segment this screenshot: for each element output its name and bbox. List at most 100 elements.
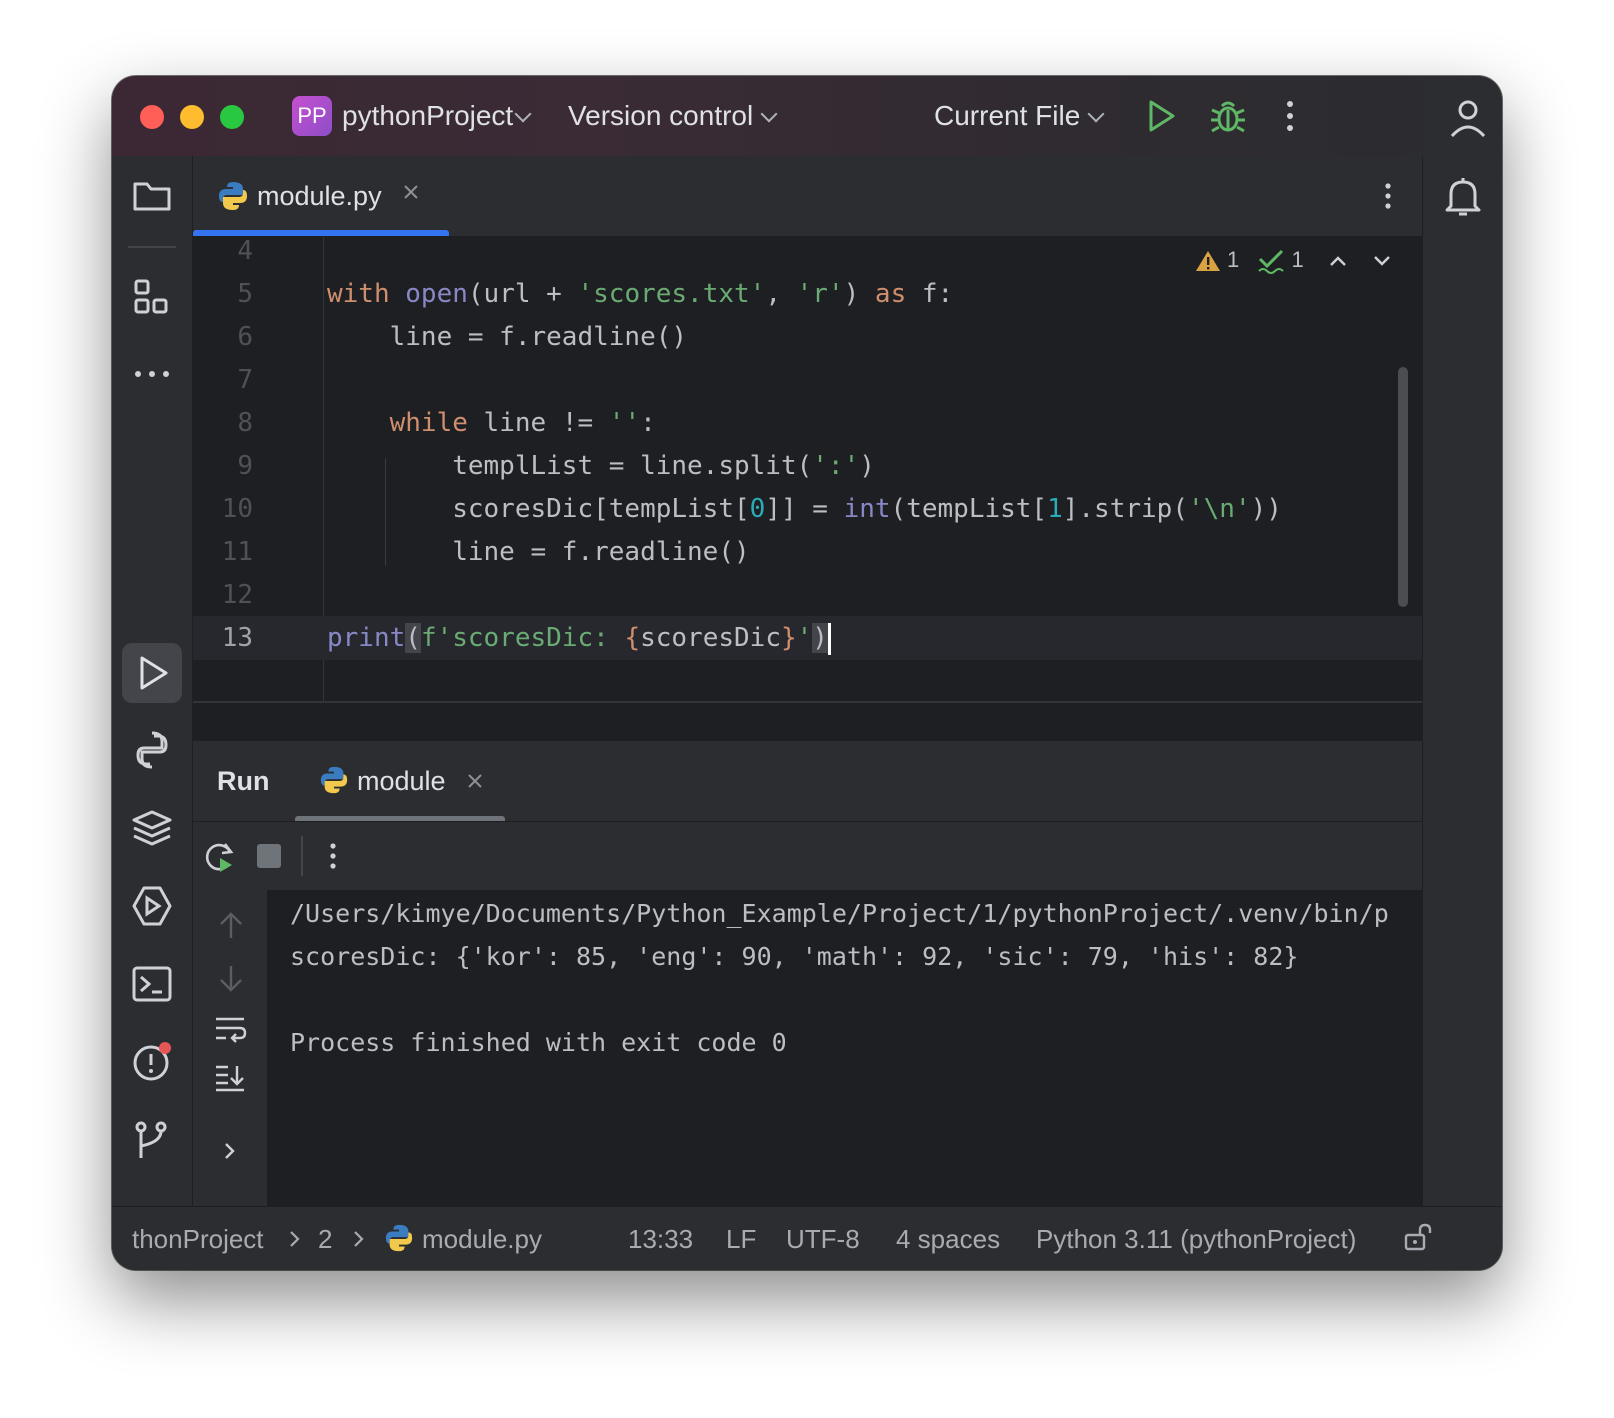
code-line: 9 templList = line.split(':') (193, 444, 1422, 488)
run-icon[interactable] (1146, 98, 1178, 134)
close-window-button[interactable] (140, 105, 164, 129)
zoom-window-button[interactable] (220, 105, 244, 129)
debug-icon[interactable] (1210, 96, 1246, 136)
code-line: 12 (193, 573, 1422, 617)
run-tab-label: module (357, 766, 446, 796)
run-config-selector[interactable]: Current File (934, 98, 1080, 134)
line-number: 4 (237, 237, 253, 266)
console-line: scoresDic: {'kor': 85, 'eng': 90, 'math'… (290, 942, 1299, 971)
warning-count: 1 (1227, 247, 1240, 272)
line-number: 6 (237, 322, 253, 352)
tab-more-icon[interactable] (1382, 178, 1394, 214)
weak-warning-count: 1 (1291, 247, 1304, 272)
services-icon[interactable] (130, 884, 174, 928)
run-panel-title: Run (217, 766, 270, 796)
line-number: 8 (237, 408, 253, 438)
code-line: 7 (193, 358, 1422, 402)
python-packages-icon[interactable] (130, 806, 174, 850)
rerun-icon[interactable] (203, 840, 237, 874)
run-panel-header: Run module (193, 741, 1422, 822)
ide-window: PP pythonProject Version control Current… (112, 76, 1502, 1270)
right-tool-strip (1422, 156, 1502, 1206)
version-control-menu[interactable]: Version control (568, 98, 753, 134)
editor-tab-bar: module.py (193, 156, 1422, 237)
code-text: line = f.readline() (327, 537, 750, 567)
line-number: 11 (221, 537, 253, 567)
breadcrumb-chevron-icon (288, 1229, 302, 1249)
inspection-widget[interactable]: 1 1 (1195, 247, 1392, 275)
active-run-tab-indicator (295, 816, 505, 821)
code-editor[interactable]: 4 5 with open(url + 'scores.txt', 'r') a… (193, 237, 1422, 701)
breadcrumb-file[interactable]: module.py (422, 1221, 542, 1257)
close-tab-icon[interactable] (465, 771, 485, 791)
more-tools-icon[interactable] (130, 352, 174, 396)
line-number: 10 (221, 494, 253, 524)
notifications-bell-icon[interactable] (1441, 174, 1485, 218)
soft-wrap-icon[interactable] (213, 1014, 247, 1044)
python-icon (217, 180, 249, 212)
close-tab-icon[interactable] (401, 182, 421, 202)
chevron-right-icon[interactable] (221, 1140, 239, 1162)
scroll-to-end-icon[interactable] (213, 1062, 247, 1094)
git-branch-icon[interactable] (130, 1118, 174, 1162)
more-actions-icon[interactable] (1282, 98, 1298, 134)
run-tab-module[interactable]: module (295, 741, 505, 821)
code-line: 6 line = f.readline() (193, 315, 1422, 359)
editor-scrollbar[interactable] (1398, 367, 1408, 607)
run-more-icon[interactable] (327, 838, 339, 874)
code-text: templList = line.split(':') (327, 451, 875, 481)
indent-setting[interactable]: 4 spaces (896, 1221, 1000, 1257)
python-console-icon[interactable] (130, 728, 174, 772)
strip-divider (128, 246, 176, 248)
line-number: 13 (221, 623, 253, 653)
breadcrumb-project[interactable]: thonProject (132, 1221, 264, 1257)
file-encoding[interactable]: UTF-8 (786, 1221, 860, 1257)
project-folder-icon[interactable] (130, 174, 174, 218)
toolbar-divider (301, 836, 303, 876)
line-number: 12 (221, 580, 253, 610)
project-selector[interactable]: pythonProject (342, 98, 513, 134)
line-number: 9 (237, 451, 253, 481)
chevron-up-icon[interactable] (1328, 254, 1348, 268)
line-number: 7 (237, 365, 253, 395)
code-text: while line != '': (389, 408, 656, 438)
code-text: scoresDic[tempList[0]] = int(tempList[1]… (327, 494, 1282, 524)
chevron-down-icon[interactable] (1087, 105, 1105, 123)
line-number: 5 (237, 279, 253, 309)
breadcrumb-folder[interactable]: 2 (318, 1221, 332, 1257)
python-icon (319, 765, 349, 795)
line-separator[interactable]: LF (726, 1221, 756, 1257)
status-bar: thonProject 2 module.py 13:33 LF UTF-8 4… (112, 1206, 1502, 1270)
terminal-icon[interactable] (130, 962, 174, 1006)
code-text: with open(url + 'scores.txt', 'r') as f: (327, 279, 954, 309)
run-console[interactable]: /Users/kimye/Documents/Python_Example/Pr… (268, 890, 1422, 1206)
run-toolbar (193, 822, 1422, 891)
chevron-down-icon[interactable] (760, 105, 778, 123)
chevron-down-icon[interactable] (514, 105, 532, 123)
console-actions (193, 890, 267, 1206)
caret-position[interactable]: 13:33 (628, 1221, 693, 1257)
scroll-down-icon[interactable] (217, 962, 245, 994)
typo-check-icon (1257, 248, 1285, 275)
minimize-window-button[interactable] (180, 105, 204, 129)
structure-icon[interactable] (130, 276, 174, 320)
problems-icon[interactable] (130, 1040, 174, 1084)
current-code-line: 13 print(f'scoresDic: {scoresDic}') (193, 616, 1422, 660)
lock-open-icon[interactable] (1402, 1221, 1434, 1253)
code-text: print(f'scoresDic: {scoresDic}') (327, 616, 831, 660)
python-interpreter[interactable]: Python 3.11 (pythonProject) (1036, 1221, 1356, 1257)
account-icon[interactable] (1448, 98, 1488, 138)
project-badge[interactable]: PP (292, 96, 332, 136)
title-bar: PP pythonProject Version control Current… (112, 76, 1502, 157)
code-line: 5 with open(url + 'scores.txt', 'r') as … (193, 272, 1422, 316)
stop-icon[interactable] (257, 844, 281, 868)
run-tool-icon[interactable] (122, 643, 182, 703)
chevron-down-icon[interactable] (1372, 254, 1392, 268)
code-line: 10 scoresDic[tempList[0]] = int(tempList… (193, 487, 1422, 531)
breadcrumb-chevron-icon (352, 1229, 366, 1249)
scroll-up-icon[interactable] (217, 910, 245, 942)
console-line: /Users/kimye/Documents/Python_Example/Pr… (290, 899, 1389, 928)
console-line: Process finished with exit code 0 (290, 1028, 787, 1057)
text-cursor (827, 622, 831, 655)
tab-module-py[interactable]: module.py (193, 156, 449, 236)
